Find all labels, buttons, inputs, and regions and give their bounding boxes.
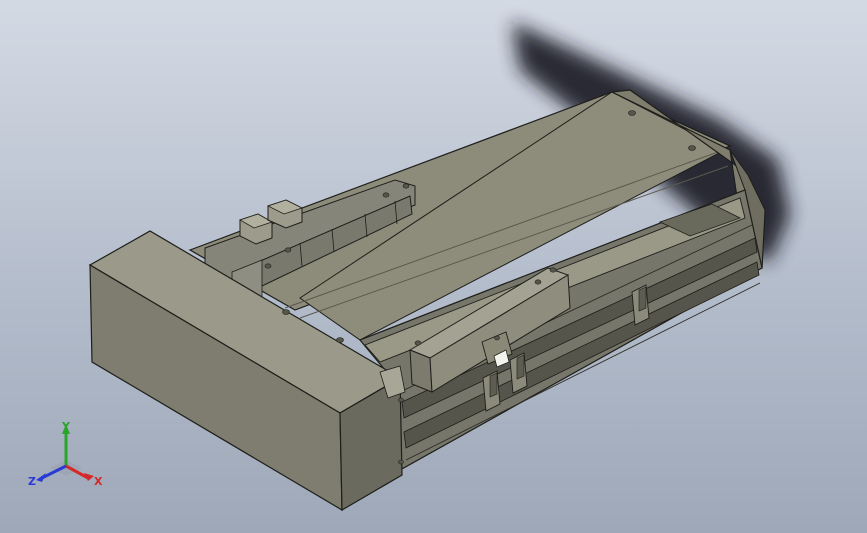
x-axis-label: X: [94, 475, 103, 488]
z-axis-label: Z: [28, 475, 36, 488]
limit-switch-3: [631, 284, 650, 326]
y-axis-label: Y: [61, 420, 71, 433]
linear-module-model[interactable]: [0, 0, 867, 533]
limit-switch-1: [482, 370, 501, 412]
coordinate-triad: Y X Z: [28, 420, 103, 488]
limit-switch-2: [509, 352, 528, 394]
graphics-viewport[interactable]: Y X Z: [0, 0, 867, 533]
